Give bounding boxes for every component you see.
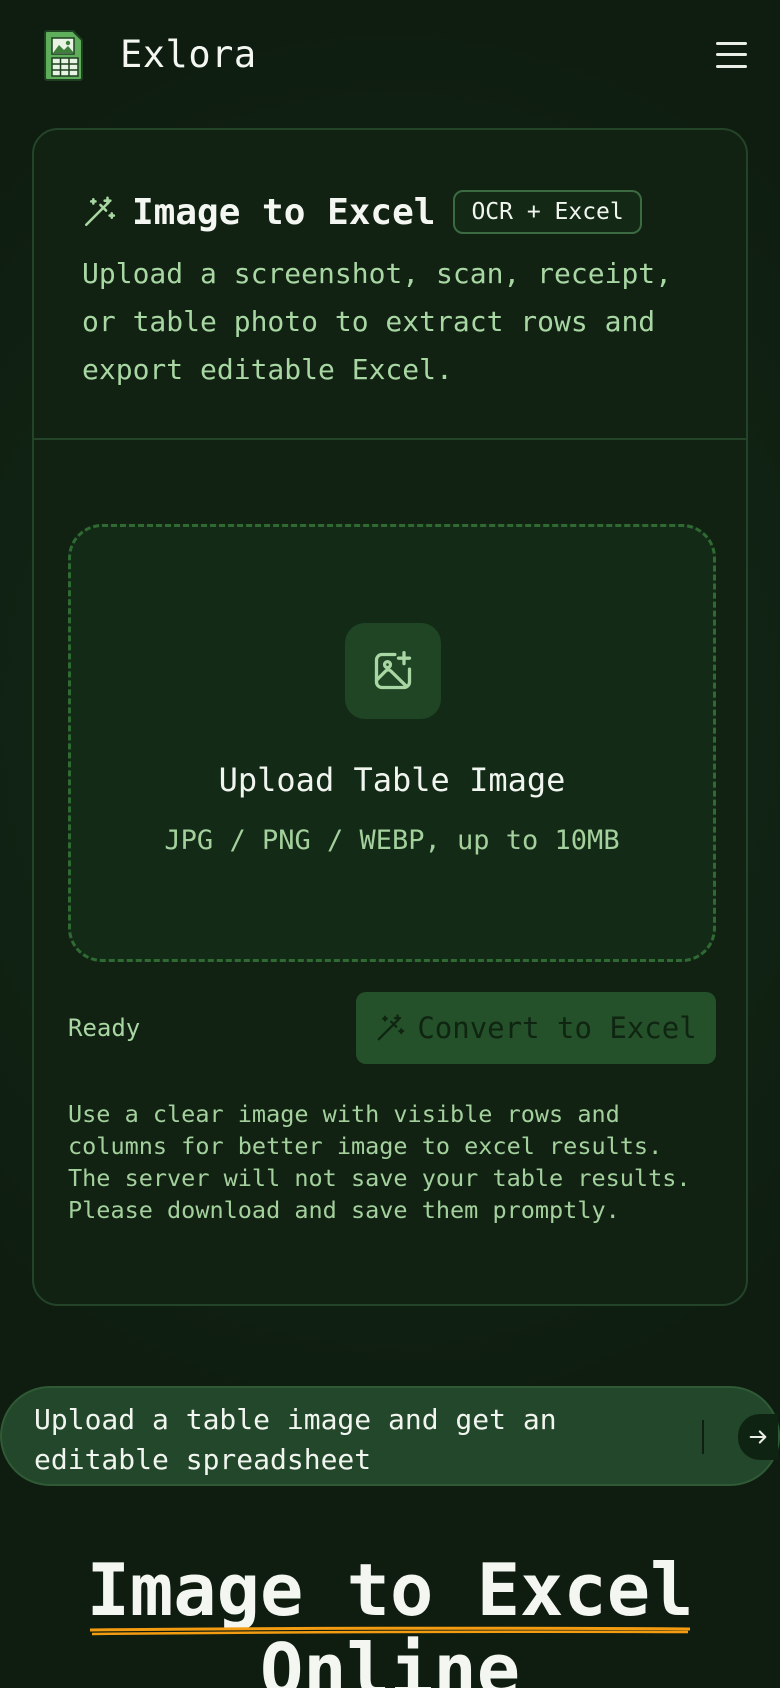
convert-to-excel-button[interactable]: Convert to Excel	[356, 992, 716, 1064]
converter-card: Image to Excel OCR + Excel Upload a scre…	[32, 128, 748, 1306]
arrow-right-icon	[749, 1430, 767, 1444]
app-header: Exlora	[0, 0, 780, 114]
ocr-badge: OCR + Excel	[453, 190, 642, 234]
image-plus-icon	[374, 651, 412, 690]
dropzone-title: Upload Table Image	[218, 761, 566, 799]
card-header: Image to Excel OCR + Excel Upload a scre…	[34, 130, 746, 440]
status-text: Ready	[68, 1014, 141, 1042]
hero-title: Image to Excel Online	[86, 1548, 694, 1688]
brand-name[interactable]: Exlora	[120, 33, 257, 76]
usage-hint: Use a clear image with visible rows and …	[68, 1100, 691, 1224]
prompt-input-text[interactable]: Upload a table image and get an editable…	[34, 1400, 654, 1480]
hamburger-menu-icon[interactable]	[716, 40, 748, 70]
convert-button-label: Convert to Excel	[417, 1011, 697, 1045]
magic-wand-icon	[377, 1014, 405, 1041]
card-title: Image to Excel	[132, 191, 436, 233]
card-title-row: Image to Excel OCR + Excel	[82, 186, 642, 238]
upload-icon-container	[345, 623, 441, 719]
spreadsheet-image-icon[interactable]	[44, 28, 84, 82]
prompt-input-bar[interactable]: Upload a table image and get an editable…	[0, 1386, 780, 1486]
hero-underline	[89, 1626, 691, 1636]
magic-wand-icon	[84, 196, 116, 227]
text-caret	[702, 1420, 704, 1454]
upload-dropzone[interactable]: Upload Table Image JPG / PNG / WEBP, up …	[68, 524, 716, 962]
send-button[interactable]	[738, 1414, 778, 1460]
card-description: Upload a screenshot, scan, receipt, or t…	[82, 257, 673, 386]
dropzone-subtitle: JPG / PNG / WEBP, up to 10MB	[164, 825, 620, 856]
